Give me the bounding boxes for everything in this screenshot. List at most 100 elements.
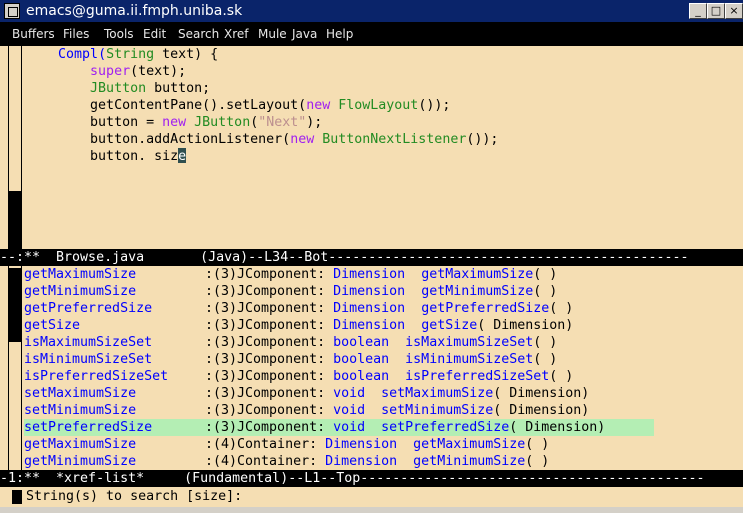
xref-signature: getPreferredSize: [421, 301, 550, 316]
xref-signature: setMinimumSize: [381, 403, 494, 418]
xref-level: :(4): [205, 437, 238, 452]
minibuffer-cursor: [12, 490, 22, 504]
xref-type: boolean: [333, 335, 390, 350]
xref-level: :(3): [205, 284, 238, 299]
minibuffer[interactable]: String(s) to search [size]:: [0, 487, 743, 507]
xref-args: ( Dimension): [493, 403, 590, 418]
menu-mule[interactable]: Mule: [258, 27, 287, 41]
xref-list-item[interactable]: setMaximumSize:(3)JComponent: void setMa…: [24, 385, 734, 402]
minimize-button[interactable]: _: [689, 3, 707, 19]
xref-type: Dimension: [333, 284, 406, 299]
modeline-editor[interactable]: --:** Browse.java (Java)--L34--Bot------…: [0, 249, 743, 266]
menu-xref[interactable]: Xref: [224, 27, 249, 41]
xref-args: ( ): [533, 352, 558, 367]
xref-class: JComponent:: [237, 335, 334, 350]
xref-type: boolean: [333, 369, 390, 384]
menu-search[interactable]: Search: [178, 27, 219, 41]
xref-class: JComponent:: [237, 284, 334, 299]
xref-class: JComponent:: [237, 386, 334, 401]
xref-name: isMaximumSizeSet: [24, 335, 153, 350]
xref-class: JComponent:: [237, 403, 334, 418]
editor-pane[interactable]: Compl(String text) { super(text); JButto…: [0, 46, 743, 249]
editor-scrollbar-thumb[interactable]: [9, 191, 21, 249]
menu-tools[interactable]: Tools: [104, 27, 134, 41]
xref-name: getPreferredSize: [24, 301, 153, 316]
xref-list-item[interactable]: getMinimumSize :(4)Container: Dimension g…: [24, 453, 734, 470]
menu-buffers[interactable]: Buffers: [12, 27, 55, 41]
xref-class: JComponent:: [237, 352, 334, 367]
menu-java[interactable]: Java: [292, 27, 317, 41]
menu-bar: Buffers Files Tools Edit Search Xref Mul…: [0, 22, 743, 46]
code-line[interactable]: Compl(String text) {: [26, 46, 218, 63]
xref-name: getMinimumSize: [24, 454, 137, 469]
xref-list-item[interactable]: setPreferredSize:(3)JComponent: void set…: [24, 419, 654, 436]
xref-signature: isPreferredSizeSet: [405, 369, 550, 384]
code-line[interactable]: super(text);: [26, 63, 186, 80]
xref-list-item[interactable]: isMinimumSizeSet:(3)JComponent: boolean …: [24, 351, 734, 368]
xref-args: ( ): [525, 437, 550, 452]
xref-list-item[interactable]: setMinimumSize:(3)JComponent: void setMi…: [24, 402, 734, 419]
xref-level: :(3): [205, 369, 238, 384]
xref-name: getMaximumSize: [24, 267, 137, 282]
xref-signature: setMaximumSize: [381, 386, 494, 401]
xref-class: JComponent:: [237, 267, 334, 282]
xref-level: :(3): [205, 352, 238, 367]
close-button[interactable]: ×: [725, 3, 743, 19]
maximize-button[interactable]: □: [707, 3, 725, 19]
xref-name: getSize: [24, 318, 81, 333]
menu-edit[interactable]: Edit: [143, 27, 166, 41]
xref-signature: getMaximumSize: [421, 267, 534, 282]
xref-type: Dimension: [325, 437, 398, 452]
editor-scrollbar[interactable]: [8, 46, 22, 249]
xref-list-item[interactable]: getMinimumSize:(3)JComponent: Dimension …: [24, 283, 734, 300]
modeline-xref[interactable]: -1:** *xref-list* (Fundamental)--L1--Top…: [0, 470, 743, 487]
xref-level: :(3): [205, 420, 238, 435]
xref-level: :(4): [205, 454, 238, 469]
xref-signature: getMinimumSize: [421, 284, 534, 299]
xref-list-item[interactable]: getMaximumSize:(3)JComponent: Dimension …: [24, 266, 734, 283]
xref-type: Dimension: [333, 267, 406, 282]
xref-args: ( ): [533, 267, 558, 282]
xref-level: :(3): [205, 335, 238, 350]
code-line[interactable]: button. size: [26, 148, 186, 165]
xref-class: JComponent:: [237, 301, 334, 316]
menu-files[interactable]: Files: [63, 27, 89, 41]
xref-list-item[interactable]: getMaximumSize:(4)Container: Dimension g…: [24, 436, 734, 453]
xref-type: Dimension: [325, 454, 398, 469]
xref-args: ( ): [525, 454, 550, 469]
xref-scrollbar-thumb[interactable]: [9, 268, 21, 342]
xref-type: void: [333, 386, 366, 401]
xref-name: setPreferredSize: [24, 420, 153, 435]
xref-list-item[interactable]: isPreferredSizeSet:(3)JComponent: boolea…: [24, 368, 734, 385]
xref-type: Dimension: [333, 318, 406, 333]
xref-name: isPreferredSizeSet: [24, 369, 169, 384]
xref-args: ( Dimension): [509, 420, 606, 435]
xref-signature: isMaximumSizeSet: [405, 335, 534, 350]
code-line[interactable]: button = new JButton("Next");: [26, 114, 322, 131]
emacs-window: emacs@guma.ii.fmph.uniba.sk _ □ × Buffer…: [0, 0, 743, 513]
code-line[interactable]: JButton button;: [26, 80, 210, 97]
window-menu-icon[interactable]: [4, 3, 20, 19]
code-line[interactable]: button.addActionListener(new ButtonNextL…: [26, 131, 498, 148]
xref-class: JComponent:: [237, 420, 334, 435]
title-bar[interactable]: emacs@guma.ii.fmph.uniba.sk _ □ ×: [0, 0, 743, 22]
xref-signature: getMinimumSize: [413, 454, 526, 469]
xref-signature: setPreferredSize: [381, 420, 510, 435]
xref-class: Container:: [237, 454, 326, 469]
xref-args: ( ): [549, 301, 574, 316]
xref-signature: isMinimumSizeSet: [405, 352, 534, 367]
xref-name: setMinimumSize: [24, 403, 137, 418]
xref-list-item[interactable]: getPreferredSize:(3)JComponent: Dimensio…: [24, 300, 734, 317]
xref-name: getMinimumSize: [24, 284, 137, 299]
xref-args: ( ): [533, 335, 558, 350]
xref-class: Container:: [237, 437, 326, 452]
xref-list-item[interactable]: getSize:(3)JComponent: Dimension getSize…: [24, 317, 734, 334]
xref-scrollbar[interactable]: [8, 266, 22, 470]
menu-help[interactable]: Help: [326, 27, 353, 41]
xref-list-item[interactable]: isMaximumSizeSet:(3)JComponent: boolean …: [24, 334, 734, 351]
xref-level: :(3): [205, 386, 238, 401]
code-line[interactable]: getContentPane().setLayout(new FlowLayou…: [26, 97, 450, 114]
xref-name: getMaximumSize: [24, 437, 137, 452]
window-title: emacs@guma.ii.fmph.uniba.sk: [26, 3, 243, 19]
xref-list-pane[interactable]: getMaximumSize:(3)JComponent: Dimension …: [0, 266, 743, 470]
